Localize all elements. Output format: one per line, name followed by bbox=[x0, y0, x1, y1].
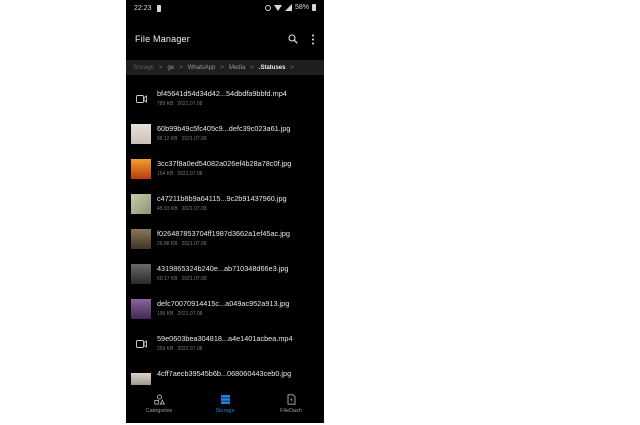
nav-filedash[interactable]: FileDash bbox=[258, 392, 324, 422]
file-date: 2021.07.08 bbox=[177, 171, 203, 177]
image-thumbnail bbox=[131, 229, 151, 249]
file-size: 50.17 KB bbox=[157, 276, 178, 282]
breadcrumb-item-media[interactable]: Media bbox=[229, 65, 245, 71]
file-name: 59e0603bea304818...a4e1401acbea.mp4 bbox=[157, 334, 293, 343]
image-thumbnail bbox=[131, 194, 151, 214]
chevron-right-icon: > bbox=[159, 64, 163, 71]
list-item[interactable]: c47211b8b9a64115...9c2b91437960.jpg 45.9… bbox=[126, 189, 324, 219]
file-size: 45.93 KB bbox=[157, 206, 178, 212]
status-bar: 22:23 58% bbox=[126, 0, 324, 18]
file-size: 789 KB bbox=[157, 101, 174, 107]
chevron-right-icon: > bbox=[290, 64, 294, 71]
breadcrumb-item-storage[interactable]: Storage bbox=[133, 65, 154, 71]
battery-icon bbox=[312, 4, 316, 11]
file-date: 2021.07.08 bbox=[181, 241, 207, 247]
list-item[interactable]: bf45641d54d34d42...54dbdfa9bbfd.mp4 789 … bbox=[126, 84, 324, 114]
file-date: 2021.07.08 bbox=[181, 276, 207, 282]
file-date: 2021.07.08 bbox=[177, 346, 203, 352]
battery-percent: 58% bbox=[294, 4, 309, 11]
list-item[interactable]: 60b99b49c5fc405c9...defc39c023a61.jpg 98… bbox=[126, 119, 324, 149]
status-time: 22:23 bbox=[134, 5, 152, 12]
file-date: 2021.07.08 bbox=[177, 311, 203, 317]
image-thumbnail bbox=[131, 264, 151, 284]
battery-saver-icon bbox=[157, 5, 161, 12]
file-size: 98.12 KB bbox=[157, 136, 178, 142]
file-meta: 50.17 KB 2021.07.08 bbox=[157, 276, 207, 282]
nav-categories[interactable]: Categories bbox=[126, 392, 192, 422]
video-file-icon bbox=[136, 340, 147, 348]
file-name: 3cc37f8a0ed54082a026ef4b28a78c0f.jpg bbox=[157, 159, 292, 168]
list-item[interactable]: f026487853704ff1987d3662a1ef45ac.jpg 26.… bbox=[126, 224, 324, 254]
file-date: 2021.07.08 bbox=[181, 136, 207, 142]
file-date: 2021.07.08 bbox=[181, 206, 207, 212]
categories-icon bbox=[153, 394, 165, 405]
list-item[interactable]: 59e0603bea304818...a4e1401acbea.mp4 259 … bbox=[126, 329, 324, 359]
more-options-icon[interactable] bbox=[311, 34, 315, 45]
video-file-icon bbox=[136, 95, 147, 103]
breadcrumb: Storage > ge > WhatsApp > Media > .Statu… bbox=[126, 60, 324, 75]
file-date: 2021.07.08 bbox=[177, 101, 203, 107]
signal-icon bbox=[284, 4, 292, 11]
nav-label: Categories bbox=[145, 408, 173, 414]
image-thumbnail bbox=[131, 124, 151, 144]
app-bar: File Manager bbox=[126, 28, 324, 52]
file-meta: 789 KB 2021.07.08 bbox=[157, 101, 202, 107]
phone-screen: 22:23 58% File Manager Storage > ge > Wh… bbox=[126, 0, 324, 423]
file-name: defc70070914415c...a049ac952a913.jpg bbox=[157, 299, 290, 308]
file-meta: 98.12 KB 2021.07.08 bbox=[157, 136, 207, 142]
file-name: c47211b8b9a64115...9c2b91437960.jpg bbox=[157, 194, 287, 203]
list-item[interactable]: 3cc37f8a0ed54082a026ef4b28a78c0f.jpg 154… bbox=[126, 154, 324, 184]
breadcrumb-item-whatsapp[interactable]: WhatsApp bbox=[188, 65, 216, 71]
chevron-right-icon: > bbox=[220, 64, 224, 71]
file-meta: 45.93 KB 2021.07.08 bbox=[157, 206, 207, 212]
file-meta: 259 KB 2021.07.08 bbox=[157, 346, 202, 352]
file-name: f026487853704ff1987d3662a1ef45ac.jpg bbox=[157, 229, 290, 238]
chevron-right-icon: > bbox=[179, 64, 183, 71]
file-size: 199 KB bbox=[157, 311, 174, 317]
search-icon[interactable] bbox=[288, 34, 298, 44]
breadcrumb-item-ge[interactable]: ge bbox=[168, 65, 175, 71]
wifi-icon bbox=[273, 4, 282, 11]
image-thumbnail bbox=[131, 159, 151, 179]
breadcrumb-item-statuses[interactable]: .Statuses bbox=[259, 65, 286, 71]
bottom-navigation: Categories Storage FileDash bbox=[126, 389, 324, 423]
alarm-icon bbox=[264, 4, 271, 11]
storage-icon bbox=[220, 395, 230, 404]
status-icons: 58% bbox=[264, 4, 316, 11]
image-thumbnail bbox=[131, 299, 151, 319]
nav-label: Storage bbox=[215, 408, 235, 414]
file-name: bf45641d54d34d42...54dbdfa9bbfd.mp4 bbox=[157, 89, 287, 98]
file-size: 154 KB bbox=[157, 171, 174, 177]
nav-label: FileDash bbox=[280, 408, 302, 414]
image-thumbnail bbox=[131, 373, 151, 385]
chevron-right-icon: > bbox=[250, 64, 254, 71]
list-item[interactable]: defc70070914415c...a049ac952a913.jpg 199… bbox=[126, 294, 324, 324]
file-name: 60b99b49c5fc405c9...defc39c023a61.jpg bbox=[157, 124, 291, 133]
page-title: File Manager bbox=[135, 34, 190, 44]
list-item[interactable]: 4319865324b240e...ab710348d66e3.jpg 50.1… bbox=[126, 259, 324, 289]
file-size: 26.88 KB bbox=[157, 241, 178, 247]
filedash-icon bbox=[287, 394, 295, 405]
file-meta: 154 KB 2021.07.08 bbox=[157, 171, 202, 177]
file-size: 259 KB bbox=[157, 346, 174, 352]
file-meta: 26.88 KB 2021.07.08 bbox=[157, 241, 207, 247]
nav-storage[interactable]: Storage bbox=[192, 392, 258, 422]
file-name: 4319865324b240e...ab710348d66e3.jpg bbox=[157, 264, 289, 273]
file-meta: 199 KB 2021.07.08 bbox=[157, 311, 202, 317]
file-name: 4cff7aecb39545b6b...068060443ceb0.jpg bbox=[157, 369, 292, 378]
